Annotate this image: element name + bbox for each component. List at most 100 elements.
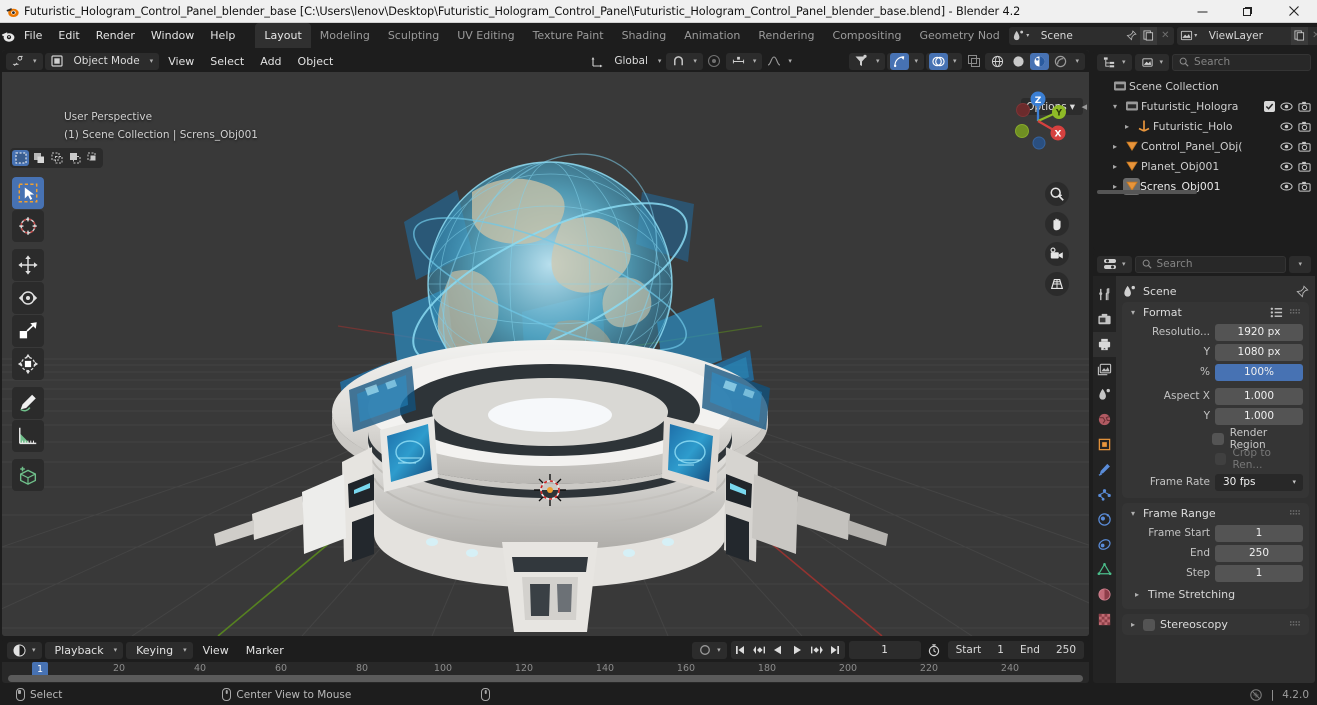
frame-step-field[interactable]: 1 <box>1215 564 1303 582</box>
jump-to-prev-keyframe-button[interactable] <box>750 641 769 659</box>
tool-rotate[interactable] <box>12 282 44 314</box>
outliner-search-input[interactable]: Search <box>1172 53 1311 71</box>
tool-annotate[interactable] <box>12 387 44 419</box>
timeline-menu-view[interactable]: View <box>196 642 236 659</box>
viewport-menu-add[interactable]: Add <box>253 53 288 70</box>
select-invert-icon[interactable] <box>66 150 83 166</box>
use-preview-range-icon[interactable] <box>925 642 944 659</box>
tab-animation[interactable]: Animation <box>675 23 749 48</box>
play-reverse-button[interactable] <box>769 641 788 659</box>
hide-in-viewport-icon[interactable] <box>1280 120 1293 133</box>
xray-toggle-icon[interactable] <box>964 53 983 70</box>
close-button[interactable] <box>1270 0 1317 23</box>
overlays-toggle[interactable]: ▾ <box>925 52 963 70</box>
current-frame-field[interactable]: 1 <box>848 641 921 659</box>
tab-sculpting[interactable]: Sculpting <box>379 23 448 48</box>
tab-texture[interactable] <box>1093 607 1116 632</box>
tab-texture-paint[interactable]: Texture Paint <box>524 23 613 48</box>
end-frame-value[interactable]: 250 <box>1048 644 1084 656</box>
properties-filter-dropdown[interactable]: ▾ <box>1289 255 1311 273</box>
outliner-scrollbar[interactable] <box>1097 190 1197 194</box>
select-intersect-icon[interactable] <box>84 150 101 166</box>
outliner-editor[interactable]: ▾ ▾ Search Scene Collection ▾ Futuristic… <box>1093 50 1315 250</box>
pin-scene-icon[interactable] <box>1122 26 1140 45</box>
menu-edit[interactable]: Edit <box>50 26 87 45</box>
resolution-x-field[interactable]: 1920 px <box>1215 323 1303 341</box>
render-region-checkbox[interactable] <box>1212 433 1224 445</box>
select-new-icon[interactable] <box>12 150 29 166</box>
new-scene-icon[interactable] <box>1139 26 1157 45</box>
expand-arrow-icon[interactable]: ▸ <box>1107 142 1123 151</box>
aspect-x-field[interactable]: 1.000 <box>1215 387 1303 405</box>
viewport-canvas[interactable]: User Perspective (1) Scene Collection | … <box>2 72 1089 636</box>
gizmo-toggle[interactable]: ▾ <box>887 52 924 70</box>
scene-selector[interactable]: ▾ Scene ✕ <box>1008 26 1174 45</box>
tab-constraints[interactable] <box>1093 532 1116 557</box>
hide-in-viewport-icon[interactable] <box>1280 140 1293 153</box>
frame-range-panel-header[interactable]: ▾ Frame Range <box>1122 503 1309 524</box>
outliner-row-control-panel-obj[interactable]: ▸ Control_Panel_Obj( <box>1093 136 1315 156</box>
playback-menu[interactable]: Playback ▾ <box>44 641 124 659</box>
viewport-visibility-selector[interactable]: ▾ <box>848 52 886 70</box>
toggle-perspective-icon[interactable] <box>1045 272 1069 296</box>
minimize-button[interactable] <box>1180 0 1225 23</box>
tab-render[interactable] <box>1093 307 1116 332</box>
jump-to-next-keyframe-button[interactable] <box>807 641 826 659</box>
menu-file[interactable]: File <box>16 26 50 45</box>
tool-add-cube[interactable] <box>12 459 44 491</box>
interaction-mode-selector[interactable]: Object Mode ▾ <box>44 52 160 70</box>
new-viewlayer-icon[interactable] <box>1290 26 1308 45</box>
viewport-menu-object[interactable]: Object <box>291 53 341 70</box>
tab-scene[interactable] <box>1093 382 1116 407</box>
aspect-y-field[interactable]: 1.000 <box>1215 407 1303 425</box>
transform-orientation-label[interactable]: Global <box>609 55 653 67</box>
viewport-menu-select[interactable]: Select <box>203 53 251 70</box>
tab-world[interactable] <box>1093 407 1116 432</box>
start-frame-value[interactable]: 1 <box>989 644 1012 656</box>
viewlayer-selector[interactable]: ▾ ViewLayer ✕ <box>1176 26 1317 45</box>
hide-in-viewport-icon[interactable] <box>1280 180 1293 193</box>
tab-modeling[interactable]: Modeling <box>311 23 379 48</box>
editor-type-selector[interactable]: ▾ <box>6 52 43 70</box>
proportional-edit-icon[interactable] <box>705 53 724 70</box>
tab-compositing[interactable]: Compositing <box>824 23 911 48</box>
resolution-y-field[interactable]: 1080 px <box>1215 343 1303 361</box>
timeline-editor[interactable]: ▾ Playback ▾ Keying ▾ View Marker ▾ 1 St… <box>2 638 1089 683</box>
timeline-menu-marker[interactable]: Marker <box>239 642 291 659</box>
delete-viewlayer-icon[interactable]: ✕ <box>1307 26 1317 45</box>
zoom-view-icon[interactable] <box>1045 182 1069 206</box>
format-panel-header[interactable]: ▾ Format <box>1122 302 1309 323</box>
tab-material[interactable] <box>1093 582 1116 607</box>
hide-in-viewport-icon[interactable] <box>1280 160 1293 173</box>
outliner-row-scene-collection[interactable]: Scene Collection <box>1093 76 1315 96</box>
outliner-editor-type[interactable]: ▾ <box>1097 53 1132 71</box>
proportional-falloff-icon[interactable] <box>764 53 783 70</box>
scene-name[interactable]: Scene <box>1032 26 1123 45</box>
pin-id-icon[interactable] <box>1296 284 1309 298</box>
tab-output[interactable] <box>1093 332 1116 357</box>
menu-help[interactable]: Help <box>202 26 243 45</box>
tab-modifiers[interactable] <box>1093 457 1116 482</box>
sidebar-collapse-arrow-icon[interactable]: ◂ <box>1081 100 1087 113</box>
properties-editor[interactable]: ▾ Search ▾ Scene ▾ Format Resolutio... 1… <box>1093 252 1315 683</box>
expand-arrow-icon[interactable]: ▾ <box>1107 102 1123 111</box>
expand-arrow-icon[interactable]: ▸ <box>1119 122 1135 131</box>
tool-move[interactable] <box>12 249 44 281</box>
tab-uv-editing[interactable]: UV Editing <box>448 23 523 48</box>
properties-search-input[interactable]: Search <box>1134 255 1287 273</box>
tab-shading[interactable]: Shading <box>613 23 676 48</box>
pan-view-icon[interactable] <box>1045 212 1069 236</box>
time-stretching-subpanel[interactable]: ▸ Time Stretching <box>1122 584 1309 604</box>
tool-cursor[interactable] <box>12 210 44 242</box>
viewlayer-name[interactable]: ViewLayer <box>1200 26 1291 45</box>
select-subtract-icon[interactable] <box>48 150 65 166</box>
snapping-toggle[interactable]: ▾ <box>666 52 703 70</box>
jump-to-start-button[interactable] <box>731 641 750 659</box>
3d-viewport[interactable]: ▾ Object Mode ▾ View Select Add Object G… <box>2 50 1089 636</box>
frame-start-field[interactable]: 1 <box>1215 524 1303 542</box>
delete-scene-icon[interactable]: ✕ <box>1156 26 1174 45</box>
tab-rendering[interactable]: Rendering <box>749 23 823 48</box>
hide-in-viewport-icon[interactable] <box>1280 100 1293 113</box>
stereoscopy-panel-header[interactable]: ▸ Stereoscopy <box>1122 614 1309 635</box>
tab-particles[interactable] <box>1093 482 1116 507</box>
